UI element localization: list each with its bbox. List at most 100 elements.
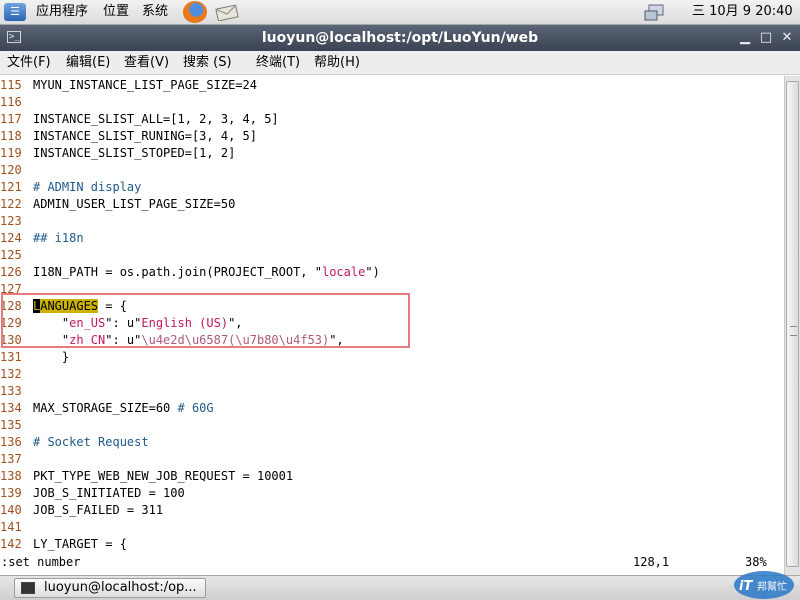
clock[interactable]: 三 10月 9 20:40 bbox=[692, 4, 793, 20]
network-icon[interactable] bbox=[643, 4, 667, 22]
code-line[interactable]: 142 LY_TARGET = { bbox=[0, 536, 127, 553]
menu-search[interactable]: 搜索 (S) bbox=[183, 55, 232, 71]
window-title: luoyun@localhost:/opt/LuoYun/web bbox=[261, 30, 539, 46]
menu-bar: 文件(F) 编辑(E) 查看(V) 搜索 (S) 终端(T) 帮助(H) bbox=[0, 51, 800, 75]
line-number: 141 bbox=[0, 520, 22, 534]
code-token: I18N_PATH = os.path.join(PROJECT_ROOT, " bbox=[33, 265, 322, 279]
code-token: # 60G bbox=[177, 401, 214, 415]
mail-icon[interactable] bbox=[215, 3, 239, 21]
line-number: 135 bbox=[0, 418, 22, 432]
cursor-position: 128,1 bbox=[633, 555, 670, 569]
code-token: JOB_S_INITIATED = 100 bbox=[33, 486, 185, 500]
line-number: 142 bbox=[0, 537, 22, 551]
code-token: MYUN_INSTANCE_LIST_PAGE_SIZE=24 bbox=[33, 78, 257, 92]
places-menu[interactable]: 位置 bbox=[103, 4, 129, 20]
bottom-taskbar: luoyun@localhost:/op... bbox=[0, 575, 800, 600]
code-line[interactable]: 123 bbox=[0, 213, 33, 230]
code-line[interactable]: 133 bbox=[0, 383, 33, 400]
status-line: :set number 128,1 38% bbox=[0, 553, 784, 571]
code-line[interactable]: 121 # ADMIN display bbox=[0, 179, 141, 196]
code-line[interactable]: 135 bbox=[0, 417, 33, 434]
code-token: } bbox=[33, 350, 70, 364]
code-token: ") bbox=[365, 265, 380, 279]
code-line[interactable]: 122 ADMIN_USER_LIST_PAGE_SIZE=50 bbox=[0, 196, 235, 213]
line-number: 126 bbox=[0, 265, 22, 279]
code-line[interactable]: 125 bbox=[0, 247, 33, 264]
scroll-thumb[interactable] bbox=[786, 81, 799, 567]
code-token: INSTANCE_SLIST_ALL=[1, 2, 3, 4, 5] bbox=[33, 112, 279, 126]
window-titlebar[interactable]: >_ luoyun@localhost:/opt/LuoYun/web ▁ □ … bbox=[0, 25, 800, 51]
code-line[interactable]: 137 bbox=[0, 451, 33, 468]
line-number: 123 bbox=[0, 214, 22, 228]
taskbar-window-label: luoyun@localhost:/op... bbox=[44, 580, 197, 595]
line-number: 120 bbox=[0, 163, 22, 177]
line-number: 131 bbox=[0, 350, 22, 364]
code-token: # Socket Request bbox=[33, 435, 149, 449]
command-line: :set number bbox=[1, 555, 81, 569]
code-line[interactable]: 132 bbox=[0, 366, 33, 383]
line-number: 115 bbox=[0, 78, 22, 92]
line-number: 121 bbox=[0, 180, 22, 194]
scroll-percent: 38% bbox=[745, 555, 767, 569]
code-line[interactable]: 120 bbox=[0, 162, 33, 179]
code-token: LY_TARGET = { bbox=[33, 537, 127, 551]
line-number: 136 bbox=[0, 435, 22, 449]
scroll-grip-icon bbox=[790, 326, 797, 336]
watermark-logo: iT 邦幫忙 bbox=[734, 571, 794, 599]
code-line[interactable]: 131 } bbox=[0, 349, 69, 366]
line-number: 137 bbox=[0, 452, 22, 466]
menu-file[interactable]: 文件(F) bbox=[7, 55, 51, 71]
vertical-scrollbar[interactable] bbox=[784, 76, 800, 575]
code-line[interactable]: 138 PKT_TYPE_WEB_NEW_JOB_REQUEST = 10001 bbox=[0, 468, 293, 485]
code-line[interactable]: 134 MAX_STORAGE_SIZE=60 # 60G bbox=[0, 400, 214, 417]
taskbar-window-button[interactable]: luoyun@localhost:/op... bbox=[14, 578, 206, 598]
system-menu[interactable]: 系统 bbox=[142, 4, 168, 20]
line-number: 119 bbox=[0, 146, 22, 160]
code-line[interactable]: 139 JOB_S_INITIATED = 100 bbox=[0, 485, 185, 502]
code-token: INSTANCE_SLIST_RUNING=[3, 4, 5] bbox=[33, 129, 257, 143]
code-line[interactable]: 136 # Socket Request bbox=[0, 434, 149, 451]
terminal-icon bbox=[21, 582, 35, 594]
code-line[interactable]: 117 INSTANCE_SLIST_ALL=[1, 2, 3, 4, 5] bbox=[0, 111, 279, 128]
maximize-icon[interactable]: □ bbox=[757, 29, 775, 47]
svg-text:iT: iT bbox=[739, 579, 753, 594]
code-token: INSTANCE_SLIST_STOPED=[1, 2] bbox=[33, 146, 236, 160]
code-line[interactable]: 119 INSTANCE_SLIST_STOPED=[1, 2] bbox=[0, 145, 235, 162]
applications-menu[interactable]: 应用程序 bbox=[36, 4, 88, 20]
top-panel: ☰ 应用程序 位置 系统 三 10月 9 20:40 bbox=[0, 0, 800, 25]
close-icon[interactable]: ✕ bbox=[778, 29, 796, 47]
code-line[interactable]: 126 I18N_PATH = os.path.join(PROJECT_ROOT… bbox=[0, 264, 380, 281]
code-line[interactable]: 141 bbox=[0, 519, 33, 536]
code-line[interactable]: 116 bbox=[0, 94, 33, 111]
firefox-icon[interactable] bbox=[183, 1, 207, 23]
code-line[interactable]: 115 MYUN_INSTANCE_LIST_PAGE_SIZE=24 bbox=[0, 77, 257, 94]
line-number: 124 bbox=[0, 231, 22, 245]
menu-edit[interactable]: 编辑(E) bbox=[66, 55, 110, 71]
code-token: ## i18n bbox=[33, 231, 84, 245]
app-logo-icon[interactable]: ☰ bbox=[4, 3, 26, 21]
line-number: 134 bbox=[0, 401, 22, 415]
line-number: 122 bbox=[0, 197, 22, 211]
menu-view[interactable]: 查看(V) bbox=[124, 55, 169, 71]
line-number: 117 bbox=[0, 112, 22, 126]
code-line[interactable]: 124 ## i18n bbox=[0, 230, 84, 247]
code-line[interactable]: 118 INSTANCE_SLIST_RUNING=[3, 4, 5] bbox=[0, 128, 257, 145]
line-number: 133 bbox=[0, 384, 22, 398]
menu-help[interactable]: 帮助(H) bbox=[314, 55, 360, 71]
code-token: MAX_STORAGE_SIZE=60 bbox=[33, 401, 178, 415]
code-token: # ADMIN display bbox=[33, 180, 142, 194]
line-number: 140 bbox=[0, 503, 22, 517]
svg-text:邦幫忙: 邦幫忙 bbox=[757, 580, 787, 593]
minimize-icon[interactable]: ▁ bbox=[736, 29, 754, 47]
line-number: 139 bbox=[0, 486, 22, 500]
line-number: 138 bbox=[0, 469, 22, 483]
menu-terminal[interactable]: 终端(T) bbox=[256, 55, 300, 71]
code-line[interactable]: 140 JOB_S_FAILED = 311 bbox=[0, 502, 163, 519]
code-token: ADMIN_USER_LIST_PAGE_SIZE=50 bbox=[33, 197, 236, 211]
line-number: 132 bbox=[0, 367, 22, 381]
line-number: 125 bbox=[0, 248, 22, 262]
code-token: JOB_S_FAILED = 311 bbox=[33, 503, 164, 517]
code-token: locale bbox=[321, 265, 366, 279]
line-number: 116 bbox=[0, 95, 22, 109]
annotation-highlight-box bbox=[1, 293, 410, 348]
